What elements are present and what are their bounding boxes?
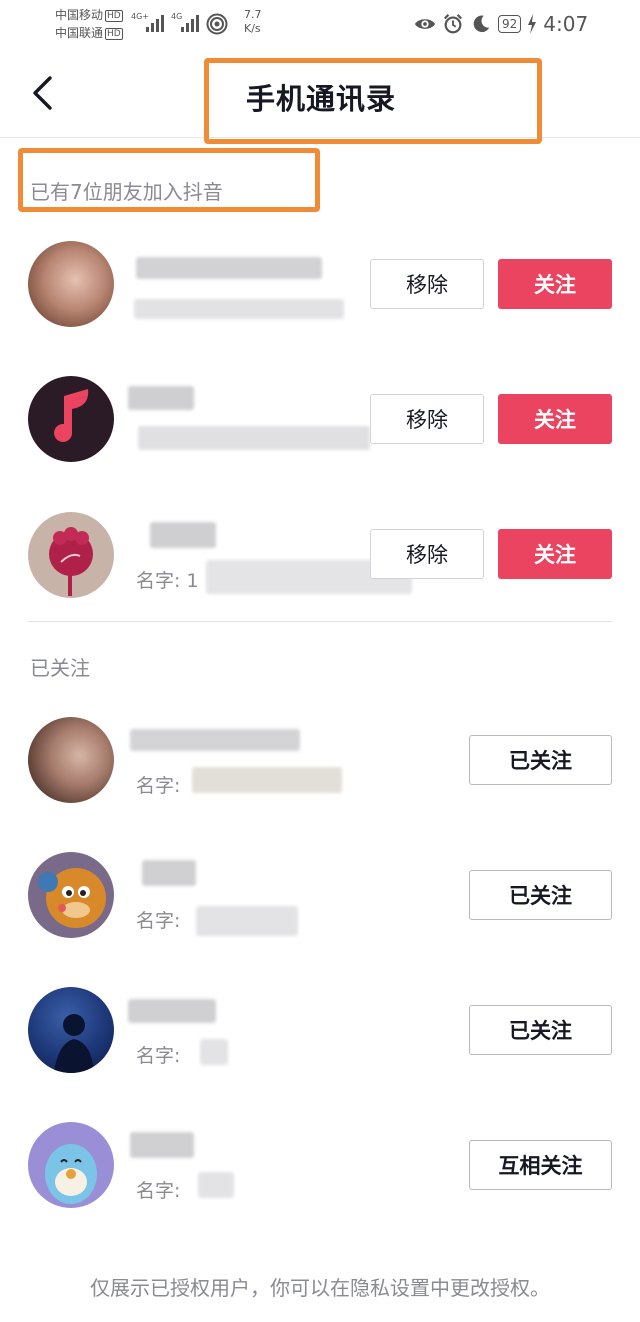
blurred-name (198, 1172, 234, 1198)
avatar[interactable] (28, 852, 114, 938)
avatar[interactable] (28, 717, 114, 803)
remove-button[interactable]: 移除 (370, 529, 484, 579)
followed-section-label: 已关注 (30, 656, 90, 680)
signal-icon (181, 12, 199, 32)
avatar[interactable] (28, 376, 114, 462)
real-name-label: 名字: (136, 910, 181, 932)
avatar-illustration (54, 1014, 94, 1073)
avatar-illustration (38, 868, 106, 928)
privacy-note: 仅展示已授权用户，你可以在隐私设置中更改授权。 (90, 1276, 550, 1300)
moon-icon (473, 15, 490, 33)
avatar[interactable] (28, 241, 114, 327)
avatar[interactable] (28, 512, 114, 598)
follow-button[interactable]: 关注 (498, 259, 612, 309)
contact-row: 名字: 1 移除 关注 (0, 512, 640, 612)
blurred-name (134, 299, 344, 319)
carrier-2: 中国联通 HD (55, 26, 123, 40)
section-divider (28, 621, 612, 622)
avatar[interactable] (28, 987, 114, 1073)
signal-icon (146, 12, 164, 32)
contact-row: 移除 关注 (0, 376, 640, 476)
followed-button[interactable]: 已关注 (469, 1005, 612, 1055)
page-title: 手机通讯录 (246, 82, 397, 116)
charging-icon (528, 14, 537, 34)
blurred-name (192, 767, 342, 793)
status-bar: 中国移动 HD 中国联通 HD 4G+ 4G 7.7 K/s 92 4:07 (0, 0, 640, 48)
contact-row: 名字: 已关注 (0, 717, 640, 817)
blurred-nickname (130, 1132, 194, 1158)
blurred-name (138, 426, 370, 450)
network-speed: 7.7 K/s (244, 8, 262, 35)
contact-row: 名字: 已关注 (0, 852, 640, 952)
remove-button[interactable]: 移除 (370, 394, 484, 444)
alarm-icon (443, 14, 463, 34)
blurred-nickname (128, 386, 194, 410)
nav-header: 手机通讯录 (0, 48, 640, 138)
contact-row: 名字: 已关注 (0, 987, 640, 1087)
contact-row: 移除 关注 (0, 241, 640, 341)
avatar-illustration (45, 1144, 97, 1204)
follow-button[interactable]: 关注 (498, 529, 612, 579)
blurred-nickname (130, 729, 300, 751)
carrier-1: 中国移动 HD (55, 8, 123, 22)
mutual-follow-button[interactable]: 互相关注 (469, 1140, 612, 1190)
blurred-nickname (150, 522, 216, 548)
real-name-label: 名字: (136, 775, 181, 797)
blurred-nickname (142, 860, 196, 886)
blurred-nickname (128, 999, 216, 1023)
blurred-name (200, 1039, 228, 1065)
clock: 4:07 (543, 12, 589, 36)
contact-row: 名字: 互相关注 (0, 1122, 640, 1222)
blurred-name (196, 906, 298, 936)
real-name-label: 名字: (136, 1180, 181, 1202)
follow-button[interactable]: 关注 (498, 394, 612, 444)
followed-button[interactable]: 已关注 (469, 735, 612, 785)
avatar-illustration (49, 527, 93, 596)
avatar[interactable] (28, 1122, 114, 1208)
remove-button[interactable]: 移除 (370, 259, 484, 309)
hotspot-icon (206, 13, 228, 35)
friends-count-label: 已有7位朋友加入抖音 (30, 180, 223, 204)
back-button[interactable] (20, 70, 64, 116)
real-name-label: 名字: (136, 1045, 181, 1067)
eye-icon (414, 19, 436, 29)
battery-level: 92 (498, 15, 522, 33)
music-note-icon (54, 389, 89, 442)
chevron-left-icon (33, 76, 52, 110)
followed-button[interactable]: 已关注 (469, 870, 612, 920)
blurred-nickname (136, 257, 322, 279)
real-name-label: 名字: 1 (136, 570, 199, 592)
